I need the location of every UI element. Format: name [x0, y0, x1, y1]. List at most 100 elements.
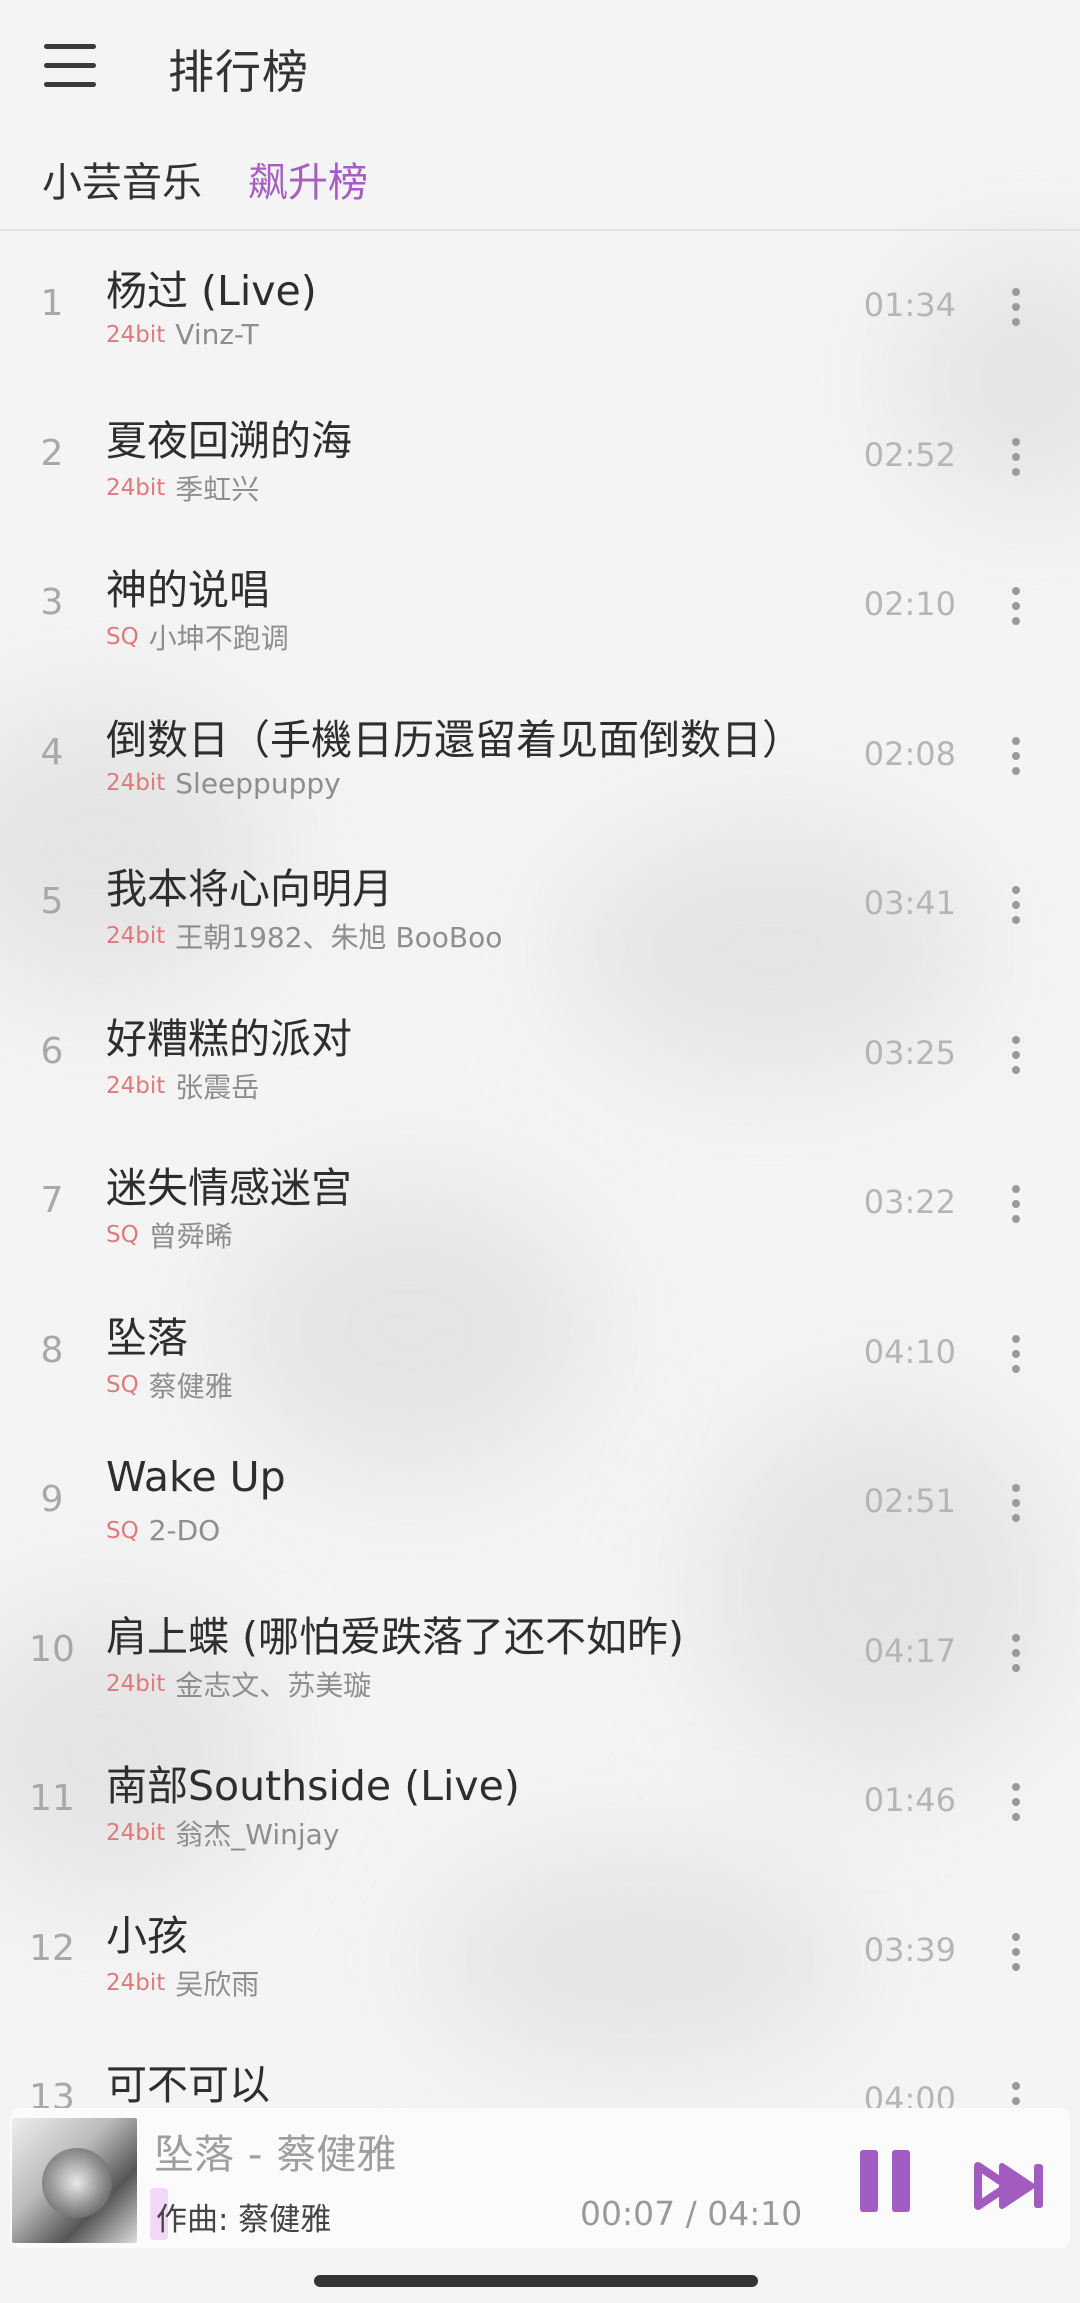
song-artist: 2-DO: [148, 1514, 221, 1547]
menu-icon[interactable]: [44, 44, 96, 88]
song-title: 好糟糕的派对: [106, 1014, 352, 1063]
now-playing-separator: -: [248, 2132, 263, 2178]
song-title: 神的说唱: [106, 566, 270, 614]
album-cover[interactable]: [12, 2118, 137, 2243]
song-duration: 04:17: [863, 1631, 956, 1670]
song-title: 肩上蝶 (哪怕爱跌落了还不如昨): [106, 1612, 685, 1661]
quality-badge: 24bit: [106, 1670, 166, 1697]
more-options-icon[interactable]: [1008, 1633, 1024, 1674]
song-rank: 6: [40, 1030, 64, 1072]
song-title: 倒数日（手機日历還留着见面倒数日）: [106, 715, 803, 764]
more-options-icon[interactable]: [1008, 1484, 1024, 1524]
song-title: 南部Southside (Live): [106, 1762, 520, 1810]
quality-badge: 24bit: [106, 923, 166, 949]
more-options-icon[interactable]: [1008, 1932, 1024, 1973]
next-track-icon[interactable]: [970, 2158, 1050, 2214]
song-artist: 季虹兴: [175, 472, 260, 506]
quality-badge: 24bit: [106, 1072, 166, 1099]
song-duration: 03:22: [863, 1183, 956, 1221]
quality-badge: 24bit: [106, 1820, 166, 1846]
song-title: Wake Up: [106, 1453, 286, 1501]
page-title: 排行榜: [168, 45, 309, 99]
song-title: 坠落: [106, 1313, 188, 1362]
song-duration: 02:10: [863, 585, 956, 623]
quality-badge: 24bit: [106, 770, 166, 796]
now-playing-title: 坠落 - 蔡健雅: [154, 2122, 396, 2180]
app-bar: 排行榜: [0, 0, 1080, 135]
quality-badge: 24bit: [106, 321, 166, 348]
song-duration: 02:51: [863, 1482, 956, 1520]
more-options-icon[interactable]: [1008, 288, 1024, 328]
song-row[interactable]: 4 倒数日（手機日历還留着见面倒数日） 24bit Sleeppuppy 02:0…: [0, 680, 1080, 830]
song-duration: 03:39: [863, 1930, 956, 1969]
quality-badge: SQ: [106, 1222, 139, 1248]
song-row[interactable]: 9 Wake Up SQ 2-DO 02:51: [0, 1427, 1080, 1577]
song-row[interactable]: 10 肩上蝶 (哪怕爱跌落了还不如昨) 24bit 金志文、苏美璇 04:17: [0, 1577, 1080, 1727]
pause-icon[interactable]: [850, 2150, 920, 2212]
more-options-icon[interactable]: [1008, 437, 1024, 478]
mini-player[interactable]: 坠落 - 蔡健雅 作曲: 蔡健雅 00:07 / 04:10: [10, 2108, 1070, 2248]
now-playing-artist: 蔡健雅: [276, 2132, 397, 2178]
song-rank: 12: [29, 1927, 75, 1969]
song-rank: 11: [29, 1778, 75, 1819]
song-rank: 5: [40, 881, 64, 922]
quality-badge: 24bit: [106, 1969, 166, 1996]
more-options-icon[interactable]: [1008, 736, 1024, 777]
song-rank: 3: [40, 582, 64, 623]
tab-xiaoyun-music[interactable]: 小芸音乐: [42, 150, 202, 208]
song-rank: 1: [40, 283, 64, 324]
song-duration: 03:41: [863, 884, 956, 922]
quality-badge: SQ: [106, 1371, 139, 1398]
quality-badge: SQ: [106, 624, 139, 650]
song-duration: 04:10: [863, 1332, 956, 1371]
song-artist: 蔡健雅: [148, 1369, 233, 1403]
quality-badge: 24bit: [106, 474, 166, 501]
song-row[interactable]: 7 迷失情感迷宫 SQ 曾舜晞 03:22: [0, 1128, 1080, 1278]
song-artist: Sleeppuppy: [175, 766, 341, 800]
song-title: 小孩: [106, 1911, 188, 1960]
song-artist: 翁杰_Winjay: [175, 1818, 340, 1851]
more-options-icon[interactable]: [1008, 587, 1024, 627]
song-row[interactable]: 5 我本将心向明月 24bit 王朝1982、朱旭 BooBoo 03:41: [0, 829, 1080, 979]
song-artist: 小坤不跑调: [148, 622, 289, 655]
song-title: 夏夜回溯的海: [106, 416, 352, 465]
quality-badge: SQ: [106, 1517, 139, 1544]
song-row[interactable]: 8 坠落 SQ 蔡健雅 04:10: [0, 1278, 1080, 1428]
song-artist: 张震岳: [175, 1070, 260, 1104]
more-options-icon[interactable]: [1008, 1185, 1024, 1225]
song-artist: Vinz-T: [175, 318, 259, 351]
song-title: 我本将心向明月: [106, 865, 393, 913]
now-playing-song: 坠落: [154, 2132, 234, 2178]
lyric-line: 作曲: 蔡健雅: [156, 2202, 332, 2238]
song-row[interactable]: 2 夏夜回溯的海 24bit 季虹兴 02:52: [0, 381, 1080, 531]
song-title: 杨过 (Live): [106, 267, 317, 315]
playback-time: 00:07 / 04:10: [580, 2194, 803, 2233]
more-options-icon[interactable]: [1008, 886, 1024, 926]
more-options-icon[interactable]: [1008, 1783, 1024, 1823]
song-duration: 01:34: [863, 286, 956, 324]
song-rank: 10: [29, 1628, 75, 1670]
song-rank: 7: [40, 1180, 64, 1221]
song-title: 迷失情感迷宫: [106, 1164, 352, 1212]
home-indicator[interactable]: [314, 2275, 758, 2287]
song-row[interactable]: 1 杨过 (Live) 24bit Vinz-T 01:34: [0, 231, 1080, 381]
song-duration: 01:46: [863, 1781, 956, 1819]
tab-soaring-chart[interactable]: 飙升榜: [248, 150, 368, 208]
song-artist: 金志文、苏美璇: [175, 1668, 372, 1702]
song-artist: 吴欣雨: [175, 1967, 260, 2001]
song-row[interactable]: 12 小孩 24bit 吴欣雨 03:39: [0, 1876, 1080, 2026]
more-options-icon[interactable]: [1008, 1035, 1024, 1076]
song-rank: 8: [40, 1329, 64, 1371]
song-duration: 02:08: [863, 734, 956, 773]
song-row[interactable]: 11 南部Southside (Live) 24bit 翁杰_Winjay 01:…: [0, 1726, 1080, 1876]
song-duration: 03:25: [863, 1033, 956, 1072]
song-rank: 9: [40, 1479, 64, 1520]
song-row[interactable]: 3 神的说唱 SQ 小坤不跑调 02:10: [0, 530, 1080, 680]
song-rank: 4: [40, 731, 64, 773]
more-options-icon[interactable]: [1008, 1334, 1024, 1375]
song-row[interactable]: 6 好糟糕的派对 24bit 张震岳 03:25: [0, 979, 1080, 1129]
tab-bar: 小芸音乐 飙升榜: [0, 140, 1080, 230]
song-duration: 02:52: [863, 435, 956, 474]
song-artist: 王朝1982、朱旭 BooBoo: [175, 921, 503, 954]
song-artist: 曾舜晞: [148, 1220, 233, 1253]
